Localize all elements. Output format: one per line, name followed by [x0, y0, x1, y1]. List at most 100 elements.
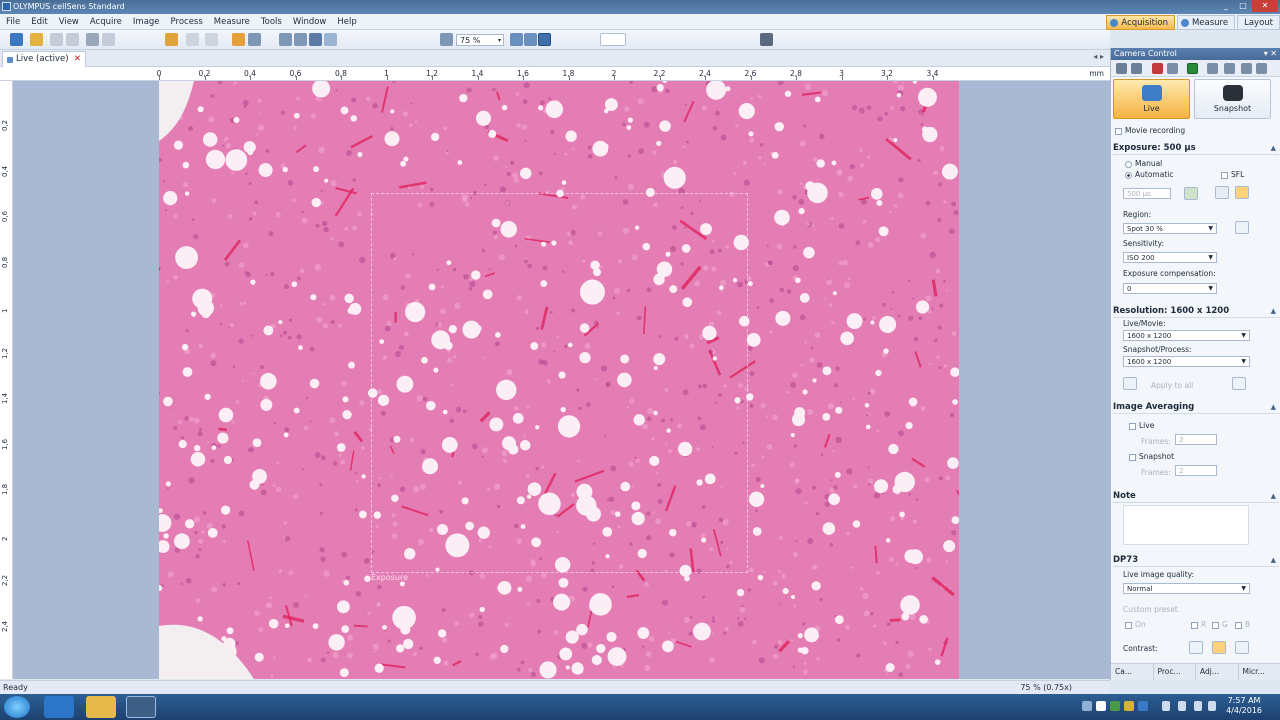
menu-window[interactable]: Window	[293, 17, 327, 27]
save-icon[interactable]	[50, 33, 63, 46]
document-tab-live[interactable]: Live (active) ✕	[2, 51, 86, 67]
copy-icon[interactable]	[165, 33, 178, 46]
save-all-icon[interactable]	[66, 33, 79, 46]
cellsens-taskbar-icon[interactable]	[126, 696, 156, 718]
menu-file[interactable]: File	[6, 17, 20, 27]
resolution-section-header[interactable]: Resolution: 1600 x 1200 ▲	[1113, 305, 1279, 318]
menu-view[interactable]: View	[59, 17, 79, 27]
contrast-high-icon[interactable]	[1235, 641, 1249, 654]
flag-icon[interactable]	[1178, 701, 1186, 711]
tray-icon-1[interactable]	[1082, 701, 1092, 711]
wb-g-check[interactable]	[1212, 621, 1219, 629]
redo-icon[interactable]	[205, 33, 218, 46]
open-folder-icon[interactable]	[30, 33, 43, 46]
tray-icon-3[interactable]	[1110, 701, 1120, 711]
averaging-live-checkbox[interactable]: Live	[1129, 421, 1154, 430]
tab-acquisition[interactable]: Acquisition	[1106, 15, 1175, 30]
wb-on-checkbox[interactable]: On	[1125, 620, 1146, 629]
menu-process[interactable]: Process	[171, 17, 203, 27]
apply-to-all-button[interactable]: Apply to all	[1151, 381, 1193, 390]
tab-adjust[interactable]: Adj...	[1196, 664, 1239, 680]
select-tool-icon[interactable]	[248, 33, 261, 46]
tab-measure[interactable]: Measure	[1176, 15, 1236, 30]
exposure-comp-select[interactable]: 0 ▼	[1123, 283, 1217, 294]
live-resolution-select[interactable]: 1600 x 1200 ▼	[1123, 330, 1250, 341]
wb-r-check[interactable]	[1191, 621, 1198, 629]
settings-icon[interactable]	[1207, 63, 1218, 74]
auto-exposure-icon[interactable]	[1215, 186, 1229, 199]
tool-wand-icon[interactable]	[1131, 63, 1142, 74]
zoom-in-icon[interactable]	[510, 33, 523, 46]
menu-help[interactable]: Help	[337, 17, 356, 27]
zoom-out-icon[interactable]	[524, 33, 537, 46]
exposure-time-input[interactable]: 500 µs	[1123, 188, 1171, 199]
region-select-icon[interactable]	[1235, 221, 1249, 234]
region-select-icon[interactable]	[309, 33, 322, 46]
note-section-header[interactable]: Note ▲	[1113, 490, 1279, 503]
taskbar-clock[interactable]: 7:57 AM 4/4/2016	[1226, 696, 1262, 716]
contrast-low-icon[interactable]	[1189, 641, 1203, 654]
manual-radio[interactable]: Manual	[1125, 159, 1162, 168]
frames-live-input[interactable]: 2	[1175, 434, 1217, 445]
snapshot-resolution-select[interactable]: 1600 x 1200 ▼	[1123, 356, 1250, 367]
panel-title-controls[interactable]: ▾ ✕	[1264, 48, 1277, 60]
movie-recording-checkbox[interactable]: Movie recording	[1115, 126, 1185, 135]
undo-icon[interactable]	[186, 33, 199, 46]
pan-hand-icon[interactable]	[279, 33, 292, 46]
tray-arrow-icon[interactable]	[1162, 701, 1170, 711]
channel-select-icon[interactable]	[600, 33, 626, 46]
wb-b-checkbox[interactable]: B	[1235, 620, 1250, 629]
frames-snapshot-input[interactable]: 2	[1175, 465, 1217, 476]
region-select[interactable]: Spot 30 % ▼	[1123, 223, 1217, 234]
wb-r-checkbox[interactable]: R	[1191, 620, 1206, 629]
automatic-radio[interactable]: Automatic	[1125, 170, 1173, 179]
image-canvas[interactable]: Exposure	[13, 81, 1110, 679]
collapse-icon[interactable]: ▲	[1271, 490, 1276, 502]
histogram-icon[interactable]	[1187, 63, 1198, 74]
collapse-icon[interactable]: ▲	[1271, 554, 1276, 566]
tray-icon-4[interactable]	[1124, 701, 1134, 711]
print-icon[interactable]	[86, 33, 99, 46]
volume-icon[interactable]	[1208, 701, 1216, 711]
dp73-section-header[interactable]: DP73 ▲	[1113, 554, 1279, 567]
start-button[interactable]	[4, 696, 30, 718]
collapse-icon[interactable]: ▲	[1271, 305, 1276, 317]
camera-settings-icon[interactable]	[760, 33, 773, 46]
tab-camera[interactable]: Ca...	[1111, 664, 1154, 680]
averaging-section-header[interactable]: Image Averaging ▲	[1113, 401, 1279, 414]
sensitivity-select[interactable]: ISO 200 ▼	[1123, 252, 1217, 263]
new-document-icon[interactable]	[10, 33, 23, 46]
averaging-snapshot-checkbox[interactable]: Snapshot	[1129, 452, 1174, 461]
layers-icon[interactable]	[1224, 63, 1235, 74]
grid-icon[interactable]	[1167, 63, 1178, 74]
wb-b-check[interactable]	[1235, 621, 1242, 629]
layout-icon[interactable]	[232, 33, 245, 46]
movie-recording-check[interactable]	[1115, 127, 1122, 135]
menu-tools[interactable]: Tools	[261, 17, 282, 27]
fit-to-window-icon[interactable]	[538, 33, 551, 46]
note-textarea[interactable]	[1123, 505, 1249, 545]
export-icon[interactable]	[1241, 63, 1252, 74]
file-explorer-icon[interactable]	[86, 696, 116, 718]
sfl-checkbox[interactable]: SFL	[1221, 170, 1244, 179]
tray-icon-2[interactable]	[1096, 701, 1106, 711]
exposure-region[interactable]	[371, 193, 748, 573]
live-image[interactable]: Exposure	[159, 81, 959, 679]
collapse-icon[interactable]: ▲	[1271, 401, 1276, 413]
live-button[interactable]: Live	[1113, 79, 1190, 119]
crop-region-icon[interactable]	[1123, 377, 1137, 390]
wb-on-check[interactable]	[1125, 621, 1132, 629]
lock-exposure-icon[interactable]	[1235, 186, 1249, 199]
menu-measure[interactable]: Measure	[214, 17, 250, 27]
internet-explorer-icon[interactable]	[44, 696, 74, 718]
zoom-select[interactable]: 75 % ▾	[456, 34, 504, 46]
tab-processing[interactable]: Proc...	[1154, 664, 1196, 680]
wb-g-checkbox[interactable]: G	[1212, 620, 1228, 629]
averaging-snapshot-check[interactable]	[1129, 453, 1136, 461]
maximize-button[interactable]: □	[1235, 0, 1251, 12]
menu-image[interactable]: Image	[133, 17, 160, 27]
live-quality-select[interactable]: Normal ▼	[1123, 583, 1250, 594]
manual-radio-dot[interactable]	[1125, 160, 1132, 168]
tool-pen-icon[interactable]	[1116, 63, 1127, 74]
tab-scroll-arrows[interactable]: ◂ ▸	[1093, 52, 1104, 61]
